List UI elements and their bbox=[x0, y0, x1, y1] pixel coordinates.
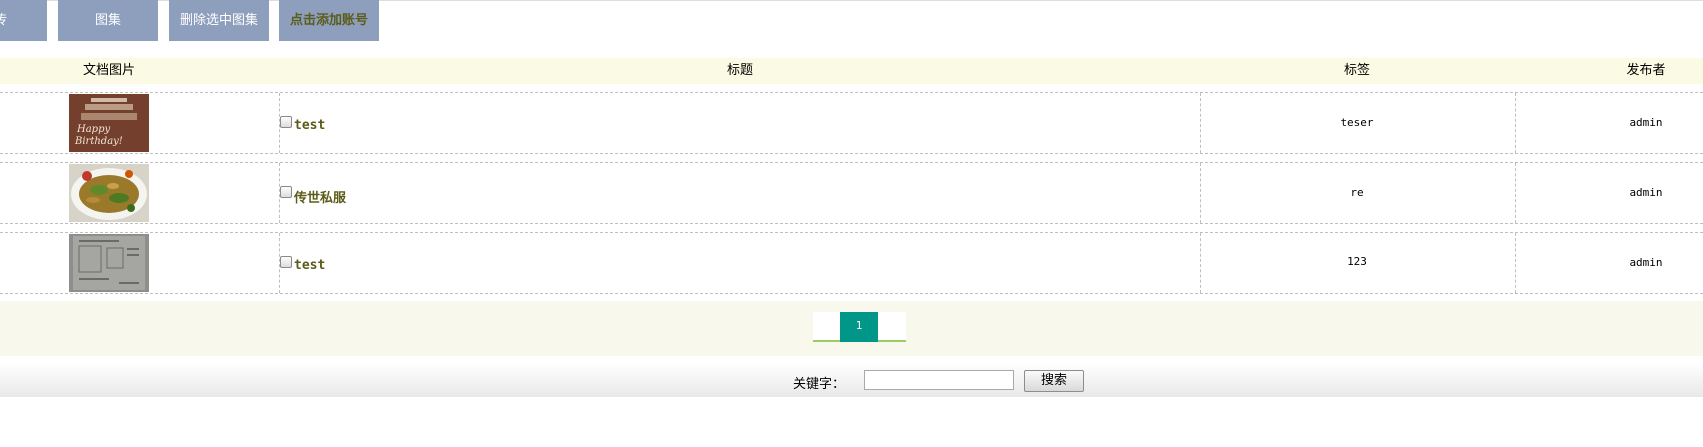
row-tag: teser bbox=[1340, 116, 1374, 129]
row-title-link[interactable]: test bbox=[294, 258, 325, 273]
row-title-link[interactable]: test bbox=[294, 118, 325, 133]
row-tag: 123 bbox=[1347, 255, 1367, 268]
table-row: Happy Birthday! test teser admin bbox=[0, 92, 1703, 154]
column-header-publisher: 发布者 bbox=[1626, 63, 1666, 78]
stir-fry-dish-thumbnail[interactable] bbox=[69, 164, 149, 222]
svg-text:Birthday!: Birthday! bbox=[74, 136, 123, 147]
table-row: 传世私服 re admin bbox=[0, 162, 1703, 224]
row-select-checkbox[interactable] bbox=[280, 116, 292, 128]
column-header-title: 标题 bbox=[726, 63, 753, 78]
upload-button-label: 传 bbox=[0, 13, 8, 28]
document-scan-thumbnail[interactable] bbox=[69, 234, 149, 292]
column-divider bbox=[1200, 233, 1201, 293]
table-row: test 123 admin bbox=[0, 232, 1703, 294]
pagination: 1 bbox=[813, 312, 906, 342]
row-publisher: admin bbox=[1629, 116, 1663, 129]
column-divider bbox=[1515, 93, 1516, 153]
page-button-current[interactable]: 1 bbox=[840, 312, 878, 342]
column-divider bbox=[1515, 163, 1516, 223]
row-title-link[interactable]: 传世私服 bbox=[294, 187, 346, 206]
table-header: 文档图片 标题 标签 发布者 bbox=[0, 58, 1703, 84]
album-button[interactable]: 图集 bbox=[58, 0, 158, 41]
search-keyword-input[interactable] bbox=[864, 370, 1014, 390]
add-account-button[interactable]: 点击添加账号 bbox=[279, 0, 379, 41]
upload-button[interactable]: 传 bbox=[0, 0, 47, 41]
column-divider bbox=[1515, 233, 1516, 293]
birthday-cake-thumbnail[interactable]: Happy Birthday! bbox=[69, 94, 149, 152]
delete-selected-albums-button[interactable]: 删除选中图集 bbox=[169, 0, 269, 41]
column-divider bbox=[1200, 163, 1201, 223]
column-header-image: 文档图片 bbox=[82, 63, 135, 78]
search-button[interactable]: 搜索 bbox=[1024, 370, 1084, 392]
row-publisher: admin bbox=[1629, 186, 1663, 199]
search-keyword-label: 关键字： bbox=[793, 377, 846, 392]
pagination-bar: 1 bbox=[0, 301, 1703, 356]
row-tag: re bbox=[1350, 186, 1364, 199]
svg-text:Happy: Happy bbox=[76, 124, 110, 135]
row-select-checkbox[interactable] bbox=[280, 256, 292, 268]
row-publisher: admin bbox=[1629, 256, 1663, 269]
column-divider bbox=[1200, 93, 1201, 153]
row-select-checkbox[interactable] bbox=[280, 186, 292, 198]
column-header-tag: 标签 bbox=[1343, 63, 1370, 78]
search-bar: 关键字： 搜索 bbox=[0, 363, 1703, 397]
